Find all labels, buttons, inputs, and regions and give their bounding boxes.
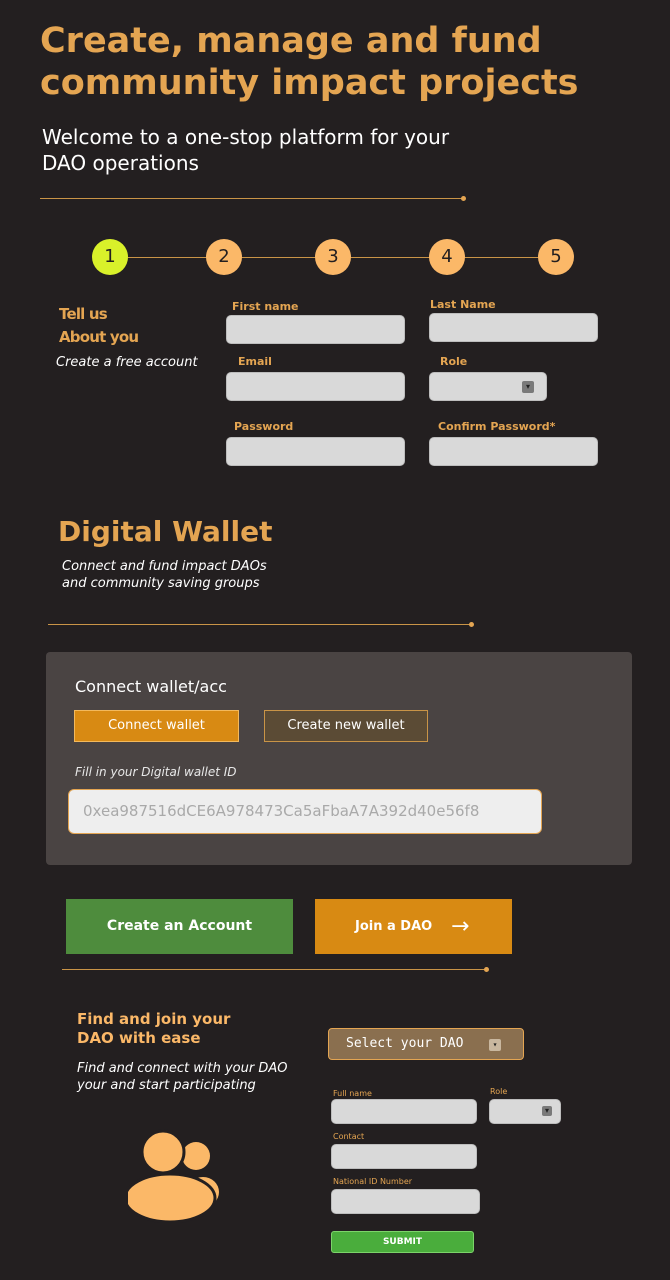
- signup-heading-line1: Tell us: [59, 305, 108, 323]
- join-caption-line1: Find and connect with your DAO: [77, 1061, 288, 1076]
- confirm-password-label: Confirm Password*: [438, 420, 556, 433]
- join-role-label: Role: [490, 1087, 508, 1096]
- wallet-id-label: Fill in your Digital wallet ID: [75, 765, 237, 779]
- national-id-field[interactable]: [331, 1189, 480, 1214]
- join-title-line1: Find and join your: [77, 1010, 231, 1028]
- join-title-line2: DAO with ease: [77, 1029, 201, 1047]
- join-dao-button[interactable]: Join a DAO →: [315, 899, 512, 954]
- password-field[interactable]: [226, 437, 405, 466]
- step-1[interactable]: 1: [92, 239, 128, 275]
- last-name-label: Last Name: [430, 298, 496, 311]
- divider: [62, 967, 489, 972]
- first-name-field[interactable]: [226, 315, 405, 344]
- contact-field[interactable]: [331, 1144, 477, 1169]
- create-wallet-button[interactable]: Create new wallet: [264, 710, 428, 742]
- wallet-caption-line1: Connect and fund impact DAOs: [62, 559, 267, 574]
- role-select[interactable]: ▾: [429, 372, 547, 401]
- contact-label: Contact: [333, 1132, 365, 1141]
- divider: [40, 196, 466, 201]
- full-name-field[interactable]: [331, 1099, 477, 1124]
- wallet-caption-line2: and community saving groups: [62, 576, 260, 591]
- page-subtitle: Welcome to a one-stop platform for your …: [42, 125, 450, 175]
- chevron-down-icon: ▾: [489, 1039, 501, 1051]
- wallet-panel-title: Connect wallet/acc: [75, 677, 227, 696]
- connect-wallet-button[interactable]: Connect wallet: [74, 710, 239, 742]
- chevron-down-icon: ▾: [522, 381, 534, 393]
- role-label: Role: [440, 355, 468, 368]
- wallet-id-input[interactable]: 0xea987516dCE6A978473Ca5aFbaA7A392d40e56…: [68, 789, 542, 834]
- join-caption-line2: your and start participating: [77, 1078, 256, 1093]
- users-group-icon: [128, 1129, 219, 1223]
- email-field[interactable]: [226, 372, 405, 401]
- last-name-field[interactable]: [429, 313, 598, 342]
- first-name-label: First name: [232, 300, 299, 313]
- arrow-right-icon: →: [451, 914, 470, 939]
- wallet-title: Digital Wallet: [58, 515, 273, 548]
- email-label: Email: [238, 355, 272, 368]
- page-title: Create, manage and fund community impact…: [40, 21, 579, 103]
- signup-heading-line2: About you: [59, 328, 139, 346]
- step-5[interactable]: 5: [538, 239, 574, 275]
- full-name-label: Full name: [333, 1089, 372, 1098]
- submit-button[interactable]: SUBMIT: [331, 1231, 474, 1253]
- chevron-down-icon: ▾: [542, 1106, 552, 1116]
- password-label: Password: [234, 420, 294, 433]
- create-account-button[interactable]: Create an Account: [66, 899, 293, 954]
- join-role-select[interactable]: ▾: [489, 1099, 561, 1124]
- step-4[interactable]: 4: [429, 239, 465, 275]
- step-2[interactable]: 2: [206, 239, 242, 275]
- join-dao-label: Join a DAO: [355, 919, 433, 934]
- dao-select[interactable]: Select your DAO ▾: [328, 1028, 524, 1060]
- confirm-password-field[interactable]: [429, 437, 598, 466]
- signup-caption: Create a free account: [56, 355, 198, 370]
- national-id-label: National ID Number: [333, 1177, 413, 1186]
- dao-select-value: Select your DAO: [346, 1036, 464, 1051]
- step-3[interactable]: 3: [315, 239, 351, 275]
- divider: [48, 622, 474, 627]
